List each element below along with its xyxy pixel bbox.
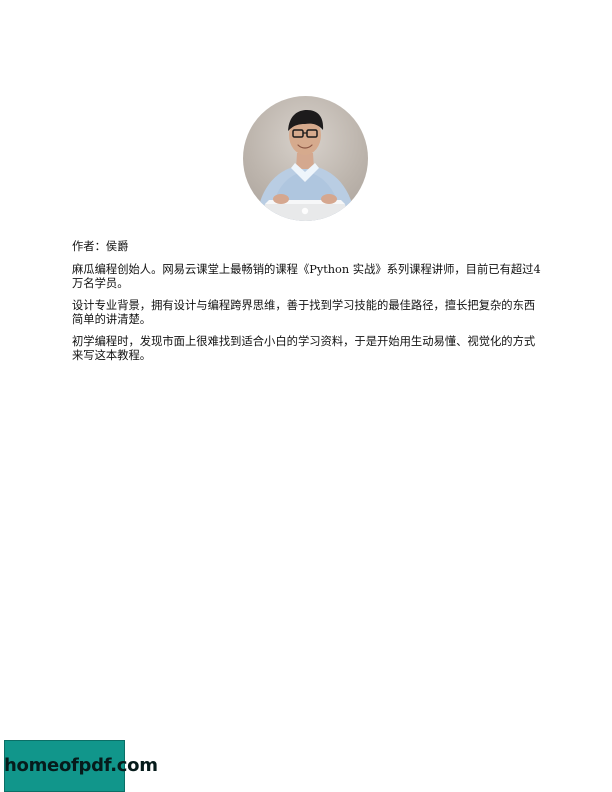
author-bio-section: 作者：侯爵 麻瓜编程创始人。网易云课堂上最畅销的课程《Python 实战》系列课…: [72, 240, 542, 371]
author-label: 作者：侯爵: [72, 240, 129, 253]
bio-paragraph-3: 初学编程时，发现市面上很难找到适合小白的学习资料，于是开始用生动易懂、视觉化的方…: [72, 335, 536, 362]
watermark-badge: homeofpdf.com: [4, 740, 158, 792]
author-portrait-illustration: [257, 110, 355, 221]
watermark-text: homeofpdf.com: [4, 755, 158, 776]
bio-paragraph-1: 麻瓜编程创始人。网易云课堂上最畅销的课程《Python 实战》系列课程讲师，目前…: [72, 263, 541, 290]
author-photo-frame: [121, 90, 490, 226]
author-avatar: [243, 96, 368, 221]
bio-paragraph-2: 设计专业背景，拥有设计与编程跨界思维，善于找到学习技能的最佳路径，擅长把复杂的东…: [72, 299, 536, 326]
